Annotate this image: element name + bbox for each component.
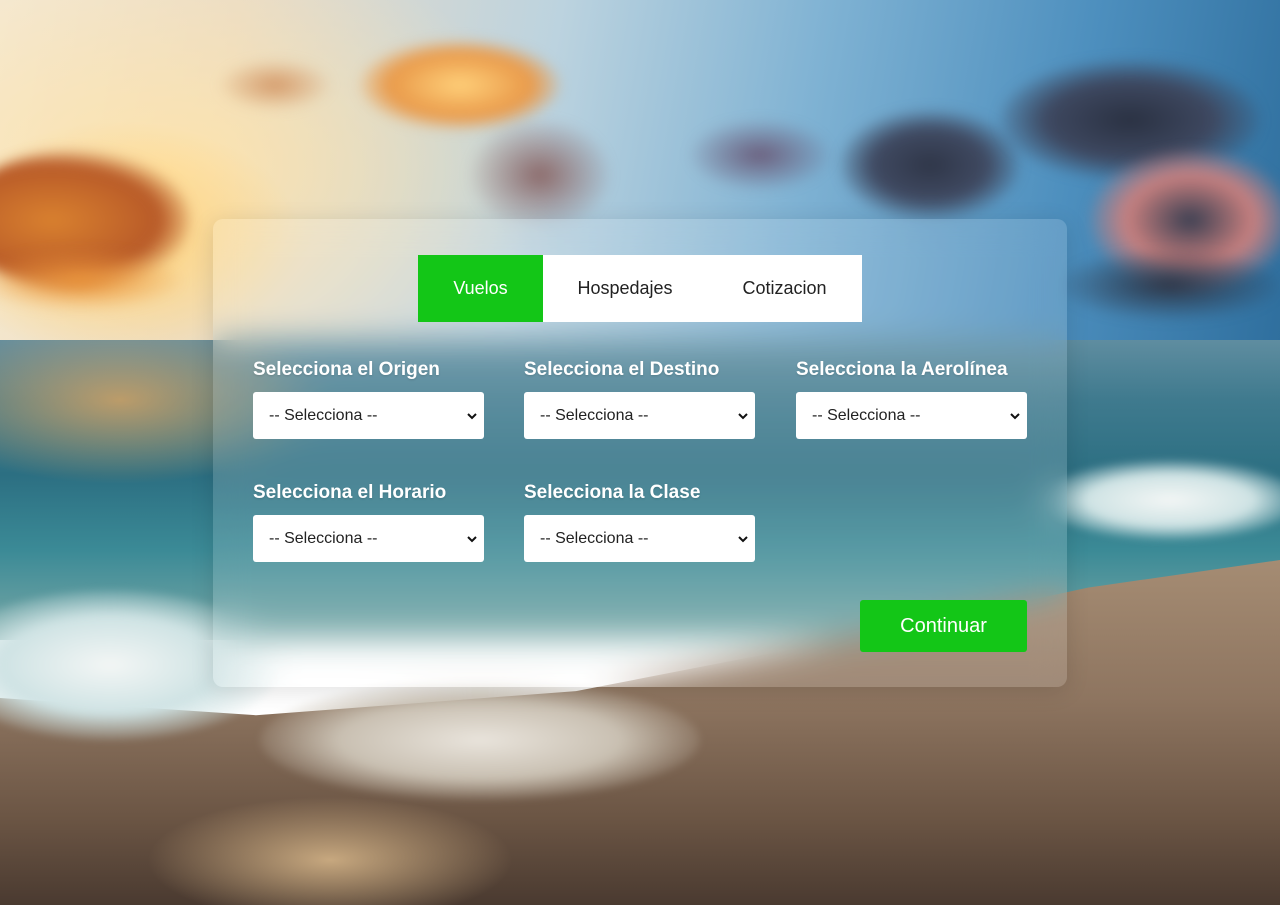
class-field: Selecciona la Clase -- Selecciona -- (524, 482, 755, 562)
cloud (840, 110, 1020, 220)
schedule-label: Selecciona el Horario (253, 482, 447, 503)
schedule-select-value: -- Selecciona -- (269, 529, 378, 547)
origin-select-value: -- Selecciona -- (269, 406, 378, 424)
chevron-down-icon (738, 535, 748, 542)
chevron-down-icon (467, 412, 477, 419)
cloud (690, 120, 830, 190)
cloud (360, 40, 560, 130)
class-label: Selecciona la Clase (524, 482, 701, 503)
class-select[interactable]: -- Selecciona -- (524, 515, 755, 562)
chevron-down-icon (738, 412, 748, 419)
schedule-field: Selecciona el Horario -- Selecciona -- (253, 482, 484, 562)
origin-field: Selecciona el Origen -- Selecciona -- (253, 359, 484, 439)
cloud (220, 60, 330, 110)
destination-select-value: -- Selecciona -- (540, 406, 649, 424)
airline-field: Selecciona la Aerolínea -- Selecciona -- (796, 359, 1027, 439)
airline-select-value: -- Selecciona -- (812, 406, 921, 424)
airline-label: Selecciona la Aerolínea (796, 359, 1008, 380)
tab-bar: Vuelos Hospedajes Cotizacion (418, 255, 862, 322)
cloud (470, 120, 610, 230)
origin-label: Selecciona el Origen (253, 359, 440, 380)
wave-foam (260, 680, 700, 800)
tab-vuelos[interactable]: Vuelos (418, 255, 543, 322)
destination-label: Selecciona el Destino (524, 359, 720, 380)
tab-cotizacion[interactable]: Cotizacion (707, 255, 862, 322)
origin-select[interactable]: -- Selecciona -- (253, 392, 484, 439)
booking-panel: Vuelos Hospedajes Cotizacion Selecciona … (213, 219, 1067, 687)
chevron-down-icon (1010, 412, 1020, 419)
continue-button[interactable]: Continuar (860, 600, 1027, 652)
airline-select[interactable]: -- Selecciona -- (796, 392, 1027, 439)
schedule-select[interactable]: -- Selecciona -- (253, 515, 484, 562)
cloud (1060, 250, 1280, 320)
chevron-down-icon (467, 535, 477, 542)
tab-hospedajes[interactable]: Hospedajes (543, 255, 707, 322)
destination-field: Selecciona el Destino -- Selecciona -- (524, 359, 755, 439)
destination-select[interactable]: -- Selecciona -- (524, 392, 755, 439)
class-select-value: -- Selecciona -- (540, 529, 649, 547)
